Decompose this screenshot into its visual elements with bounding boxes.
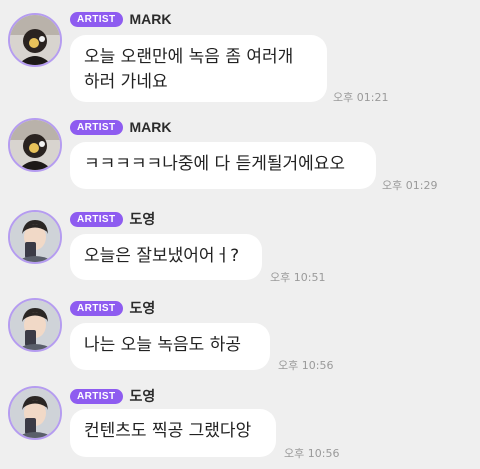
message-bubble[interactable]: ㅋㅋㅋㅋㅋ나중에 다 듣게될거에요오 [70, 142, 376, 189]
sender-name: 도영 [129, 211, 156, 227]
mark-avatar-image [10, 120, 60, 170]
avatar[interactable] [8, 298, 62, 352]
chat-message: ARTIST 도영 컨텐츠도 찍공 그랬다앙 오후 10:56 [0, 373, 480, 469]
chat-message: ARTIST 도영 오늘은 잘보냈어어ㅓ? 오후 10:51 [0, 193, 480, 284]
artist-badge: ARTIST [70, 211, 123, 227]
artist-badge: ARTIST [70, 300, 123, 316]
doyoung-avatar-image [10, 212, 60, 262]
avatar[interactable] [8, 118, 62, 172]
message-line: 나는 오늘 녹음도 하공 [84, 335, 241, 355]
sender-name: MARK [129, 119, 172, 135]
avatar[interactable] [8, 13, 62, 67]
message-bubble[interactable]: 오늘 오랜만에 녹음 좀 여러개 하러 가네요 [70, 35, 327, 102]
message-timestamp: 오후 01:21 [333, 91, 389, 104]
mark-avatar-image [10, 15, 60, 65]
doyoung-avatar-image [10, 388, 60, 438]
avatar[interactable] [8, 210, 62, 264]
message-bubble[interactable]: 컨텐츠도 찍공 그랬다앙 [70, 409, 276, 457]
message-timestamp: 오후 01:29 [382, 179, 438, 192]
chat-message: ARTIST MARK 오늘 오랜만에 녹음 좀 여러개 하러 가네요 오후 0… [0, 0, 480, 105]
chat-message: ARTIST MARK ㅋㅋㅋㅋㅋ나중에 다 듣게될거에요오 오후 01:29 [0, 105, 480, 193]
message-line: 오늘 오랜만에 녹음 좀 여러개 [84, 47, 294, 67]
message-line: ㅋㅋㅋㅋㅋ나중에 다 듣게될거에요오 [84, 154, 346, 174]
message-line: 컨텐츠도 찍공 그랬다앙 [84, 421, 252, 441]
artist-badge: ARTIST [70, 119, 123, 135]
message-timestamp: 오후 10:56 [284, 447, 340, 460]
avatar[interactable] [8, 386, 62, 440]
sender-name: MARK [129, 11, 172, 27]
message-line: 하러 가네요 [84, 72, 168, 92]
sender-name: 도영 [129, 300, 156, 316]
message-line: 오늘은 잘보냈어어ㅓ? [84, 246, 240, 266]
message-bubble[interactable]: 나는 오늘 녹음도 하공 [70, 323, 270, 370]
message-timestamp: 오후 10:56 [278, 359, 334, 372]
message-bubble[interactable]: 오늘은 잘보냈어어ㅓ? [70, 234, 262, 280]
artist-badge: ARTIST [70, 388, 123, 404]
artist-badge: ARTIST [70, 11, 123, 27]
sender-name: 도영 [129, 388, 156, 404]
chat-message: ARTIST 도영 나는 오늘 녹음도 하공 오후 10:56 [0, 283, 480, 373]
doyoung-avatar-image [10, 300, 60, 350]
